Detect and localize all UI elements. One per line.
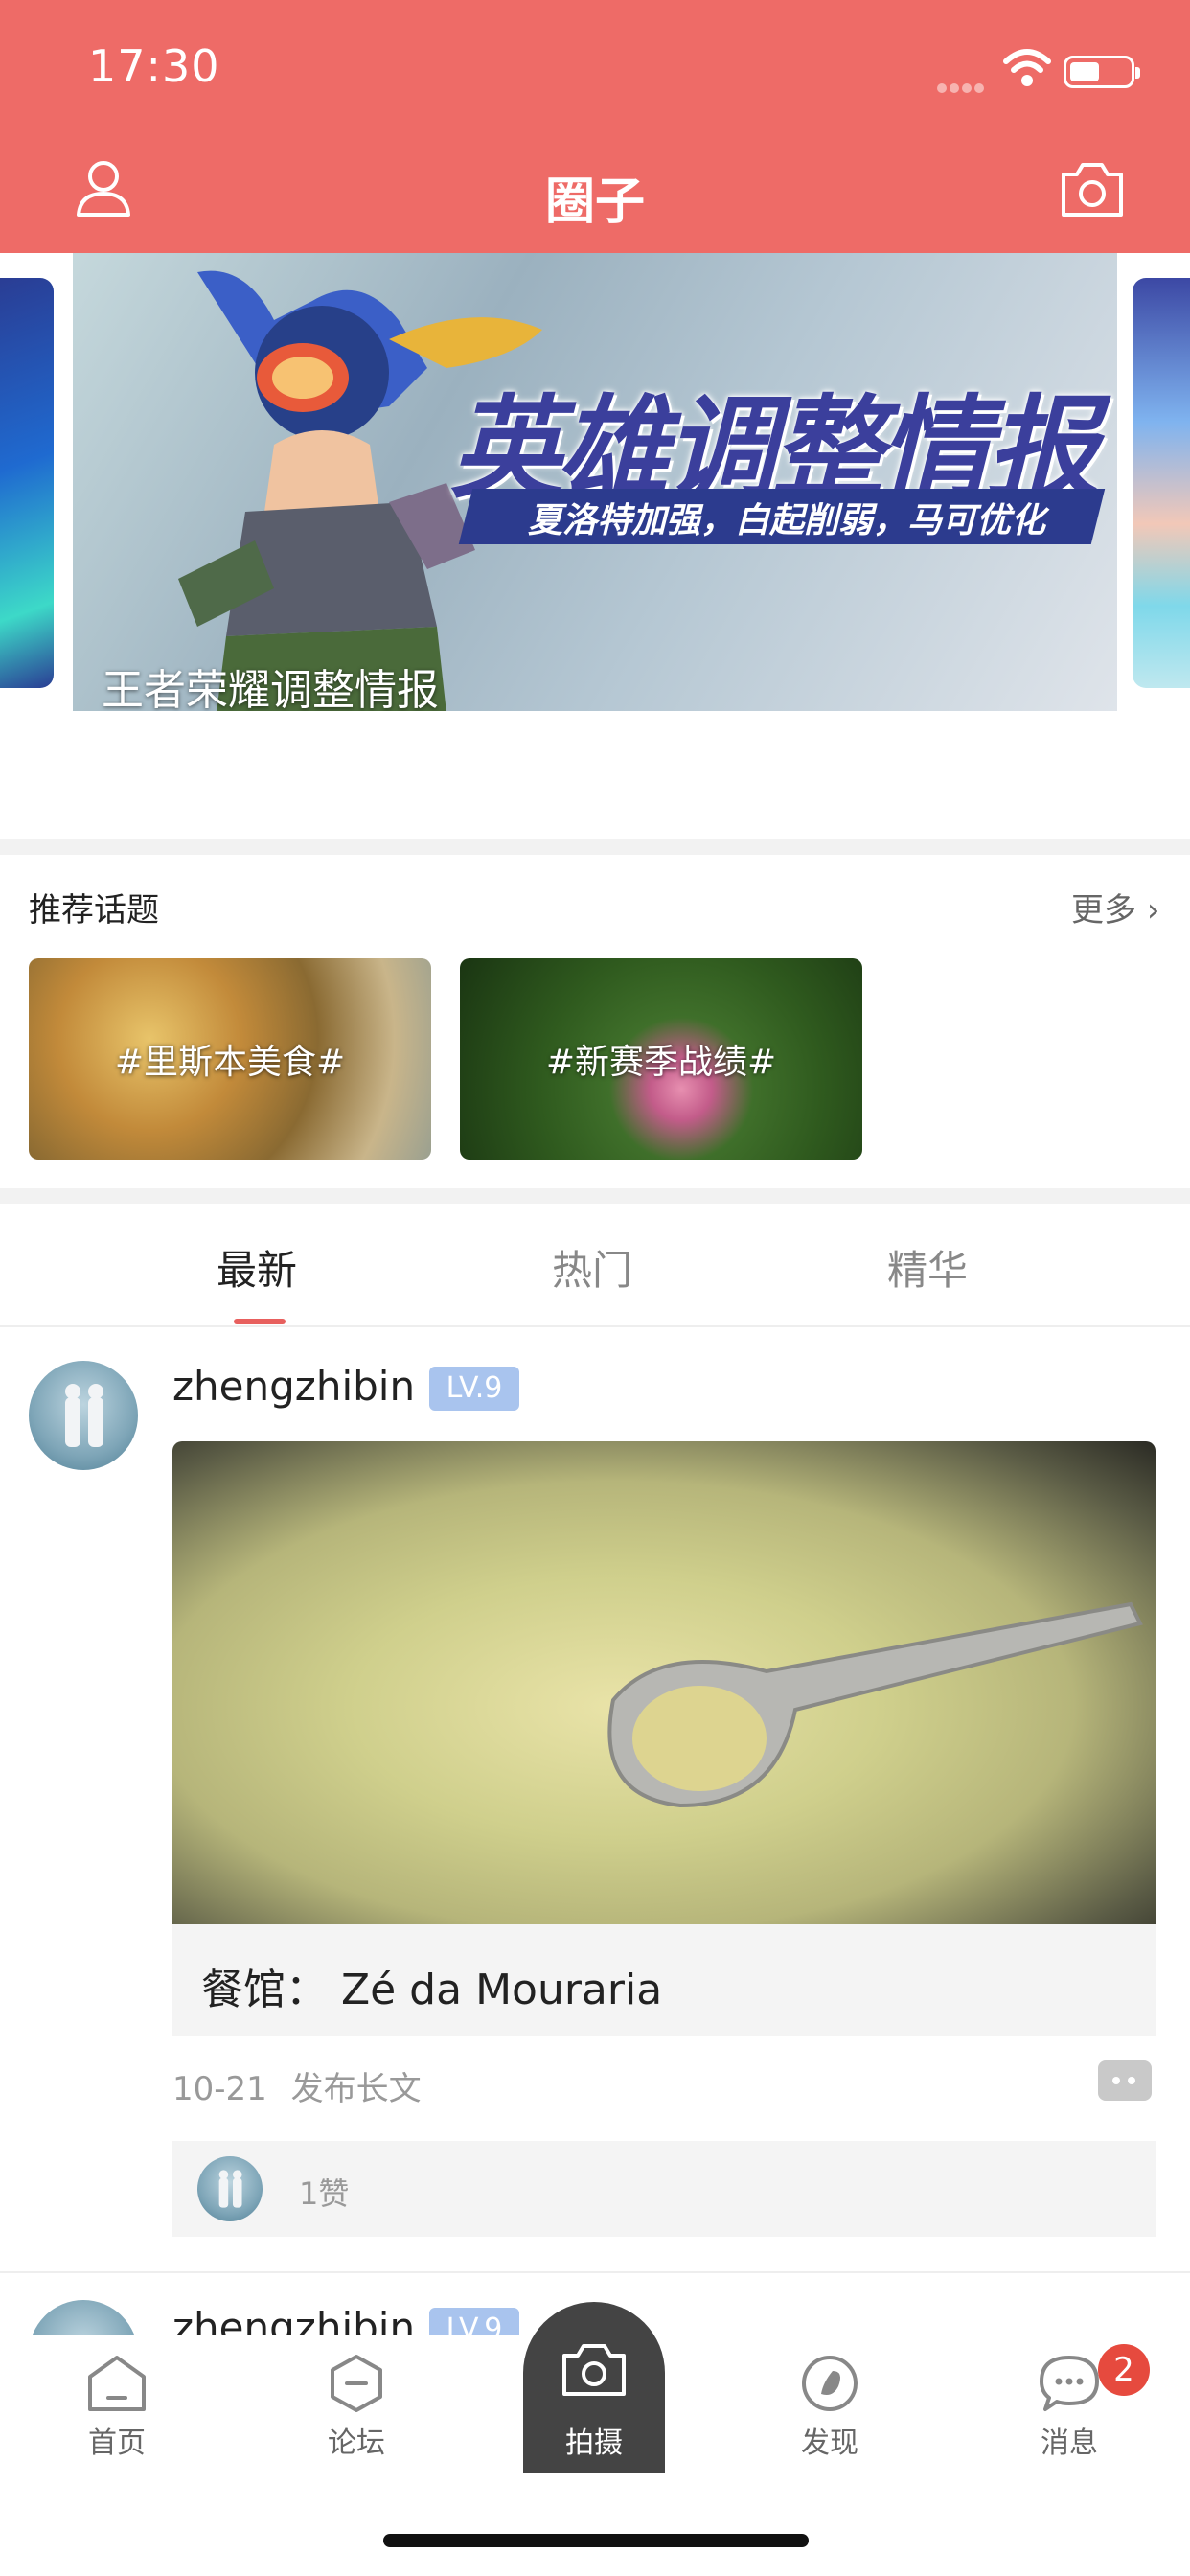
- banner-prev-slide[interactable]: [0, 278, 54, 688]
- discover-icon: [802, 2356, 858, 2411]
- forum-icon: [331, 2355, 382, 2412]
- post-caption[interactable]: 餐馆： Zé da Mouraria: [172, 1924, 1156, 2036]
- home-indicator[interactable]: [383, 2534, 809, 2547]
- like-count: 1赞: [299, 2175, 350, 2212]
- nav-label: 消息: [1041, 2426, 1098, 2460]
- nav-forum[interactable]: 论坛: [289, 2354, 423, 2461]
- active-tab-indicator: [234, 1319, 286, 1324]
- nav-home[interactable]: 首页: [50, 2354, 184, 2461]
- post-action: 发布长文: [290, 2070, 422, 2108]
- nav-shoot[interactable]: 拍摄: [523, 2302, 665, 2472]
- spoon-illustration: [607, 1601, 1143, 1808]
- chevron-right-icon: ›: [1146, 891, 1160, 930]
- tab-featured[interactable]: 精华: [887, 1238, 968, 1297]
- banner-slide[interactable]: 英雄调整情报 夏洛特加强，白起削弱，马可优化 王者荣耀调整情报: [73, 253, 1117, 711]
- battery-icon: [1064, 56, 1140, 88]
- tab-hot[interactable]: 热门: [552, 1238, 632, 1297]
- avatar[interactable]: [29, 1361, 138, 1470]
- nav-label: 发现: [801, 2426, 858, 2460]
- level-badge: LV.9: [429, 1367, 519, 1411]
- camera-icon: [562, 2344, 626, 2396]
- tab-latest[interactable]: 最新: [217, 1238, 297, 1297]
- nav-discover[interactable]: 发现: [763, 2354, 897, 2461]
- nav-label: 论坛: [328, 2426, 385, 2460]
- topics-more-link[interactable]: 更多 ›: [1071, 884, 1159, 931]
- topic-label: #里斯本美食#: [114, 1043, 346, 1082]
- page-title: 圈子: [544, 173, 645, 231]
- post-username[interactable]: zhengzhibin: [172, 1363, 415, 1410]
- avatar-figures-icon: [65, 1384, 103, 1447]
- topic-card[interactable]: #新赛季战绩#: [460, 958, 862, 1160]
- comment-icon[interactable]: [1098, 2060, 1152, 2101]
- avatar-figures-icon: [218, 2170, 242, 2208]
- camera-icon[interactable]: [1058, 161, 1127, 218]
- banner-next-slide[interactable]: [1133, 278, 1190, 688]
- more-label: 更多: [1071, 891, 1136, 930]
- topic-card[interactable]: #里斯本美食#: [29, 958, 431, 1160]
- topics-heading: 推荐话题: [29, 891, 159, 930]
- banner-caption: 王者荣耀调整情报: [102, 666, 439, 711]
- nav-label: 拍摄: [565, 2426, 623, 2460]
- post-date: 10-21: [172, 2070, 267, 2108]
- banner-subline: 夏洛特加强，白起削弱，马可优化: [527, 501, 1045, 540]
- message-icon: [1040, 2356, 1099, 2411]
- nav-label: 首页: [88, 2426, 146, 2460]
- wifi-icon: [1003, 49, 1051, 86]
- home-icon: [88, 2356, 146, 2411]
- status-time: 17:30: [88, 40, 220, 92]
- tab-divider: [0, 1325, 1190, 1327]
- cellular-signal-icon: [937, 79, 987, 97]
- post-divider: [0, 2271, 1190, 2273]
- section-divider: [0, 1188, 1190, 1204]
- liker-avatar[interactable]: [197, 2156, 263, 2221]
- message-badge: 2: [1098, 2344, 1150, 2396]
- app-header: 17:30 圈子: [0, 0, 1190, 253]
- section-divider: [0, 840, 1190, 855]
- topic-label: #新赛季战绩#: [545, 1043, 777, 1082]
- post-image[interactable]: [172, 1441, 1156, 1924]
- post-meta: 10-21 发布长文: [172, 2062, 422, 2109]
